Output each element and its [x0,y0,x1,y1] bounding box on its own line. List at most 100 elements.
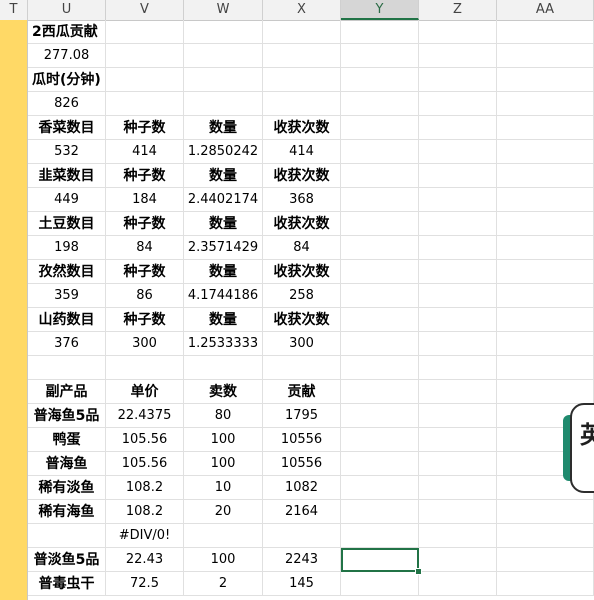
cell[interactable] [497,116,594,140]
cell[interactable]: 10556 [263,452,341,476]
cell[interactable]: 种子数 [106,116,184,140]
cell[interactable] [263,44,341,68]
cell[interactable]: 4.1744186 [184,284,263,308]
cell[interactable]: 数量 [184,260,263,284]
cell[interactable] [497,356,594,380]
cell[interactable]: 10556 [263,428,341,452]
cell[interactable]: 300 [263,332,341,356]
cell[interactable]: 普海鱼5品 [28,404,106,428]
cell[interactable] [184,92,263,116]
cell[interactable]: 300 [106,332,184,356]
cell[interactable]: 土豆数目 [28,212,106,236]
cell[interactable] [184,44,263,68]
cell[interactable] [341,20,419,44]
cell[interactable] [106,68,184,92]
cell[interactable] [419,164,497,188]
cell[interactable] [497,44,594,68]
cell[interactable] [341,308,419,332]
cell[interactable]: 稀有海鱼 [28,500,106,524]
cell[interactable] [419,380,497,404]
cell[interactable] [184,68,263,92]
cell[interactable] [419,92,497,116]
cell[interactable] [341,260,419,284]
cell[interactable]: 卖数 [184,380,263,404]
cell[interactable] [497,524,594,548]
column-header-u[interactable]: U [28,0,106,20]
cell[interactable] [497,188,594,212]
column-header-z[interactable]: Z [419,0,497,20]
cell[interactable] [419,260,497,284]
cell[interactable]: 香菜数目 [28,116,106,140]
cell[interactable] [419,284,497,308]
cell[interactable]: 86 [106,284,184,308]
cell[interactable]: 普淡鱼5品 [28,548,106,572]
cell[interactable] [497,260,594,284]
cell[interactable] [497,380,594,404]
column-header-y[interactable]: Y [341,0,419,20]
column-header-aa[interactable]: AA [497,0,594,20]
cell[interactable] [497,572,594,596]
cell[interactable] [419,236,497,260]
cell[interactable]: 2243 [263,548,341,572]
cell[interactable] [419,68,497,92]
cell[interactable]: 1.2533333 [184,332,263,356]
cell[interactable]: 258 [263,284,341,308]
cell[interactable]: 2.3571429 [184,236,263,260]
cell[interactable] [106,44,184,68]
cell[interactable]: 414 [106,140,184,164]
cell[interactable] [341,44,419,68]
cell[interactable] [419,188,497,212]
cell[interactable] [419,404,497,428]
cell[interactable]: 单价 [106,380,184,404]
cell[interactable] [419,332,497,356]
cell[interactable]: 普海鱼 [28,452,106,476]
cell[interactable]: 数量 [184,212,263,236]
cell[interactable] [106,356,184,380]
cell[interactable] [419,116,497,140]
cell[interactable]: 种子数 [106,212,184,236]
cell[interactable] [419,20,497,44]
cell[interactable] [106,20,184,44]
cell[interactable]: 种子数 [106,260,184,284]
cell[interactable]: 数量 [184,308,263,332]
cell[interactable]: 收获次数 [263,260,341,284]
column-header-v[interactable]: V [106,0,184,20]
cell[interactable]: 100 [184,548,263,572]
cell[interactable]: 1795 [263,404,341,428]
cell[interactable] [341,572,419,596]
cell[interactable] [419,452,497,476]
active-cell[interactable] [341,548,419,572]
cell[interactable]: 2西瓜贡献 [28,20,106,44]
cell[interactable] [341,404,419,428]
cell[interactable]: 种子数 [106,308,184,332]
cell[interactable] [184,356,263,380]
cell[interactable] [497,548,594,572]
cell[interactable]: 376 [28,332,106,356]
cell[interactable] [497,500,594,524]
cell[interactable] [419,140,497,164]
column-header-w[interactable]: W [184,0,263,20]
cell[interactable] [341,380,419,404]
cell[interactable]: #DIV/0! [106,524,184,548]
cell[interactable]: 100 [184,428,263,452]
cell[interactable]: 414 [263,140,341,164]
cell[interactable]: 184 [106,188,184,212]
cell[interactable]: 449 [28,188,106,212]
cell[interactable]: 20 [184,500,263,524]
cell[interactable]: 2 [184,572,263,596]
cell[interactable]: 稀有淡鱼 [28,476,106,500]
cell[interactable]: 种子数 [106,164,184,188]
cell[interactable]: 1082 [263,476,341,500]
cell[interactable] [497,92,594,116]
cell[interactable] [341,356,419,380]
cell[interactable] [419,524,497,548]
cell[interactable] [263,524,341,548]
cell[interactable]: 鸭蛋 [28,428,106,452]
cell[interactable] [341,332,419,356]
cell[interactable]: 韭菜数目 [28,164,106,188]
cell[interactable] [497,140,594,164]
cell[interactable]: 108.2 [106,476,184,500]
cell[interactable] [497,20,594,44]
cell[interactable] [341,164,419,188]
cell[interactable]: 145 [263,572,341,596]
